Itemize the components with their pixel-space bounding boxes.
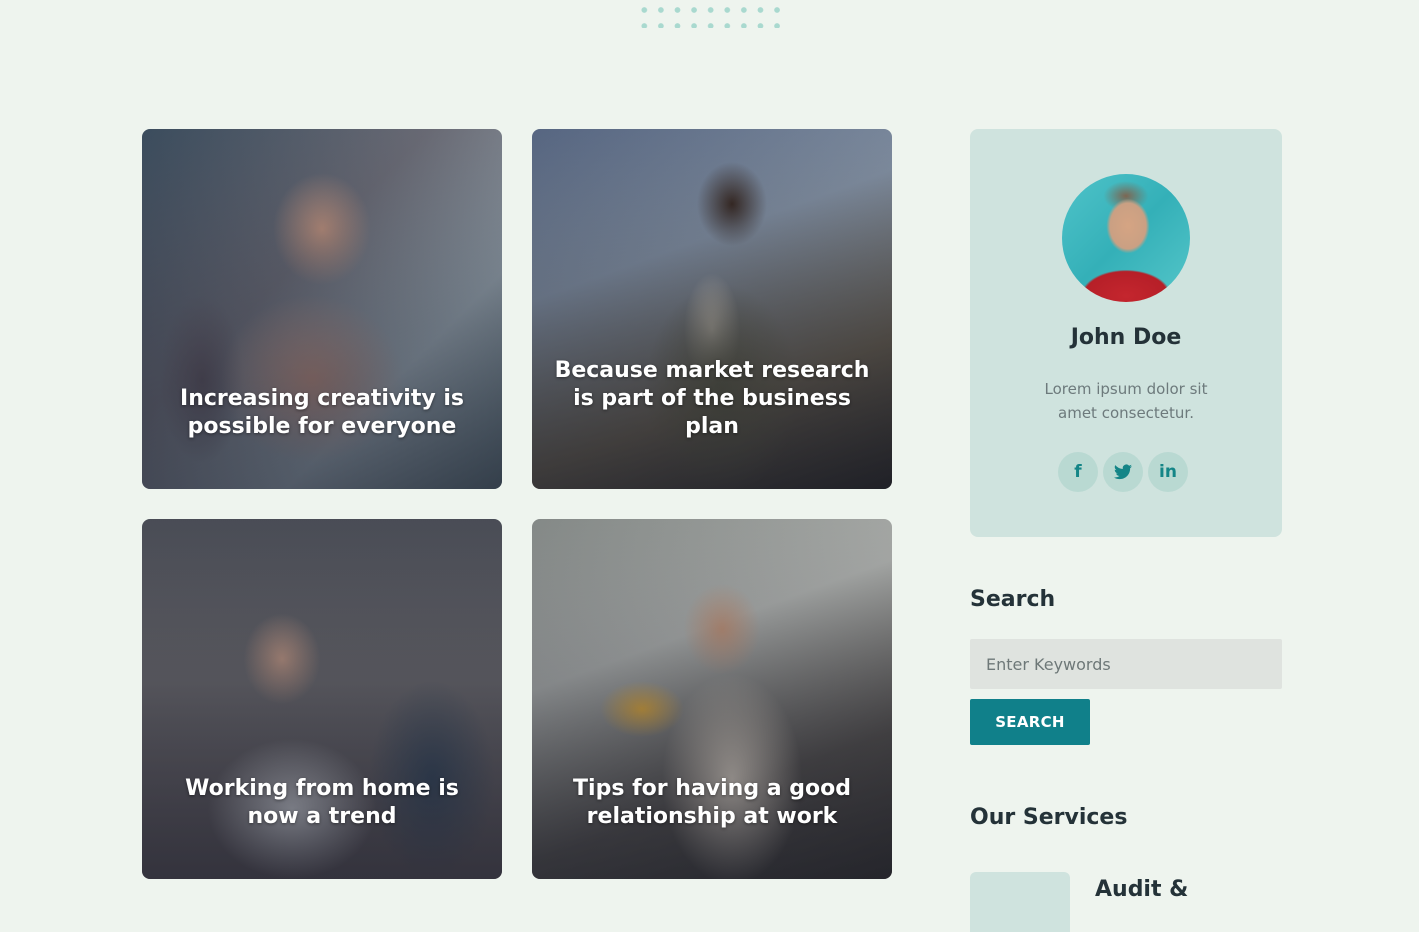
post-title[interactable]: Working from home is now a trend <box>162 775 482 831</box>
facebook-icon[interactable]: f <box>1058 452 1098 492</box>
author-bio: Lorem ipsum dolor sit amet consectetur. <box>1044 380 1208 422</box>
post-card[interactable]: Tips for having a good relationship at w… <box>532 519 892 879</box>
author-name: John Doe <box>1070 325 1182 350</box>
search-heading: Search <box>970 587 1056 612</box>
service-title[interactable]: Audit & <box>1095 877 1188 902</box>
linkedin-icon[interactable]: in <box>1148 452 1188 492</box>
post-card[interactable]: Working from home is now a trend <box>142 519 502 879</box>
services-heading: Our Services <box>970 805 1128 830</box>
post-title[interactable]: Tips for having a good relationship at w… <box>552 775 872 831</box>
twitter-icon[interactable] <box>1103 452 1143 492</box>
search-button[interactable]: SEARCH <box>970 699 1090 745</box>
post-card[interactable]: Because market research is part of the b… <box>532 129 892 489</box>
post-title[interactable]: Because market research is part of the b… <box>552 357 872 441</box>
decorative-dot-pattern <box>636 2 781 28</box>
avatar <box>1062 174 1190 302</box>
author-profile-card: John Doe Lorem ipsum dolor sit amet cons… <box>970 129 1282 537</box>
post-card[interactable]: Increasing creativity is possible for ev… <box>142 129 502 489</box>
service-thumbnail[interactable] <box>970 872 1070 932</box>
search-input[interactable] <box>970 639 1282 689</box>
social-links: f in <box>1058 452 1198 492</box>
post-title[interactable]: Increasing creativity is possible for ev… <box>162 385 482 441</box>
